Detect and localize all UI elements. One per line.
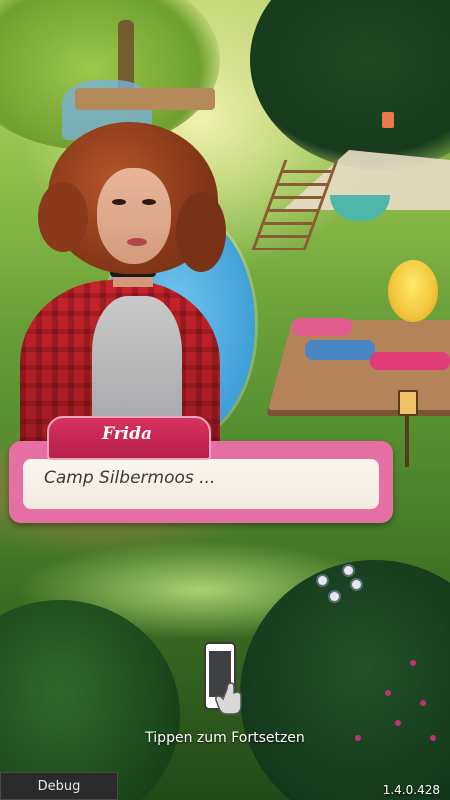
white-flower-icon (330, 592, 339, 601)
character-shirt (92, 296, 182, 436)
speaker-name: Frida (101, 424, 153, 444)
version-label: 1.4.0.428 (382, 783, 440, 797)
cushion-pink (292, 318, 352, 336)
hammock (330, 195, 390, 221)
character-eye-left (112, 199, 126, 205)
hanging-swing-chair (388, 260, 438, 322)
dialogue-line: Camp Silbermoos ... (44, 468, 216, 488)
treehouse-roof (75, 88, 215, 110)
pink-flower-icon (410, 660, 416, 666)
garden-lantern-icon (398, 390, 418, 416)
hanging-lantern-icon (382, 112, 394, 128)
tap-phone-icon (204, 642, 242, 715)
pink-flower-icon (395, 720, 401, 726)
cushion-blue (305, 340, 375, 360)
cushion-magenta (370, 352, 450, 370)
white-flower-icon (352, 580, 361, 589)
character-eye-right (142, 199, 156, 205)
character-lips (127, 238, 147, 246)
white-flower-icon (344, 566, 353, 575)
pink-flower-icon (420, 700, 426, 706)
tree-canopy-right (250, 0, 450, 170)
character-face (97, 168, 171, 264)
lantern-post (405, 412, 409, 467)
debug-button[interactable]: Debug (0, 772, 118, 800)
white-flower-icon (318, 576, 327, 585)
pink-flower-icon (385, 690, 391, 696)
tap-to-continue-hint: Tippen zum Fortsetzen (145, 730, 305, 746)
